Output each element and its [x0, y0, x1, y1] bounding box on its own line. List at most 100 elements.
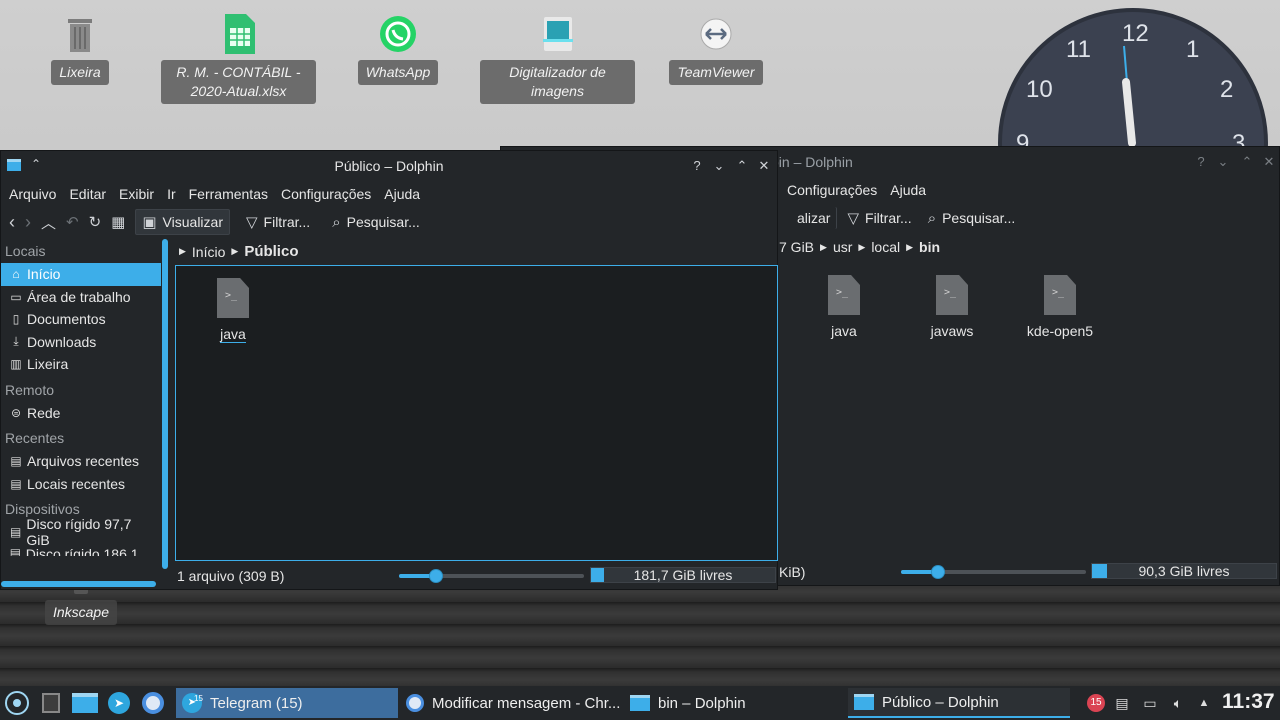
- recent-places-icon: ▤: [10, 476, 22, 491]
- undo-icon[interactable]: ↶: [66, 213, 79, 231]
- forward-arrow-icon[interactable]: ›: [25, 212, 31, 233]
- tray-expand-icon[interactable]: ▲: [1192, 686, 1216, 720]
- trash-icon: ▥: [10, 357, 22, 372]
- sidebar-item-inicio[interactable]: ⌂ Início: [1, 263, 161, 286]
- file-item[interactable]: >_ java: [188, 278, 278, 343]
- reload-icon[interactable]: ↻: [89, 213, 102, 231]
- launcher-telegram[interactable]: ➤: [102, 686, 136, 720]
- maximize-button[interactable]: ⌃: [734, 158, 750, 174]
- volume-icon[interactable]: 🔈︎: [1166, 686, 1190, 720]
- spreadsheet-icon: [219, 14, 259, 54]
- menu-item[interactable]: Configurações: [787, 182, 877, 198]
- menu-item-ajuda[interactable]: Ajuda: [384, 186, 420, 202]
- sidebar-item-downloads[interactable]: ⤓ Downloads: [1, 331, 161, 354]
- chevron-right-icon: ▶: [906, 241, 914, 252]
- menu-item-arquivo[interactable]: Arquivo: [9, 186, 56, 202]
- launcher-file-manager[interactable]: [68, 686, 102, 720]
- script-file-icon: >_: [936, 275, 968, 315]
- maximize-button[interactable]: ⌃: [1239, 154, 1255, 170]
- sidebar-item-rede[interactable]: ⊜ Rede: [1, 402, 161, 425]
- file-item[interactable]: >_ javaws: [907, 275, 997, 339]
- sidebar-item-locais-recentes[interactable]: ▤ Locais recentes: [1, 473, 161, 496]
- zoom-slider[interactable]: [901, 565, 1086, 579]
- view-button[interactable]: alizar: [787, 207, 838, 229]
- digital-clock[interactable]: 11:37: [1222, 690, 1275, 714]
- whatsapp-icon: [378, 14, 418, 54]
- file-item[interactable]: >_ kde-open5: [1015, 275, 1105, 339]
- zoom-slider-handle[interactable]: [429, 569, 443, 583]
- filter-button[interactable]: ▽ Filtrar...: [240, 210, 316, 234]
- menu-item-configuracoes[interactable]: Configurações: [281, 186, 371, 202]
- breadcrumb-item[interactable]: local: [871, 239, 900, 255]
- minimize-button[interactable]: ⌄: [711, 158, 727, 174]
- menu-item-ferramentas[interactable]: Ferramentas: [189, 186, 268, 202]
- sidebar-item-label: Documentos: [27, 311, 106, 328]
- zoom-slider-handle[interactable]: [931, 565, 945, 579]
- close-button[interactable]: ✕: [756, 158, 772, 174]
- search-button[interactable]: ⌕ Pesquisar...: [326, 211, 426, 234]
- home-icon: ⌂: [12, 267, 20, 282]
- file-view[interactable]: >_ java: [175, 265, 778, 561]
- menu-item-exibir[interactable]: Exibir: [119, 186, 154, 202]
- menu-item[interactable]: Ajuda: [890, 182, 926, 198]
- task-telegram[interactable]: ➤ 15 Telegram (15): [176, 688, 398, 718]
- disk-free-label: 90,3 GiB livres: [1138, 563, 1230, 579]
- desktop-icon-scanner[interactable]: Digitalizador de imagens: [480, 14, 635, 104]
- breadcrumb-item[interactable]: bin: [919, 239, 940, 255]
- up-arrow-icon[interactable]: ︿: [41, 212, 56, 233]
- menu-item-ir[interactable]: Ir: [167, 186, 176, 202]
- breadcrumb-item-publico[interactable]: Público: [244, 243, 298, 260]
- dolphin-window-publico[interactable]: ⌃ Público – Dolphin ? ⌄ ⌃ ✕ Arquivo Edit…: [0, 150, 778, 590]
- sidebar-item-disk-2[interactable]: ▤Disco rígido 186,1 GiB: [1, 544, 161, 556]
- statusbar: 1 arquivo (309 B): [177, 563, 284, 589]
- sidebar-scrollbar[interactable]: [162, 239, 168, 569]
- task-dolphin-bin[interactable]: bin – Dolphin: [624, 688, 846, 718]
- task-dolphin-publico[interactable]: Público – Dolphin: [848, 688, 1070, 718]
- close-button[interactable]: ✕: [1261, 154, 1277, 170]
- desktop-icon-whatsapp[interactable]: WhatsApp: [354, 14, 442, 85]
- hard-disk-icon: ▤: [10, 525, 22, 540]
- zoom-slider[interactable]: [399, 569, 584, 583]
- launcher-chromium[interactable]: [136, 686, 170, 720]
- tray-notifications[interactable]: 15: [1084, 686, 1108, 720]
- breadcrumb-item-inicio[interactable]: Início: [192, 244, 225, 260]
- script-file-icon: >_: [1044, 275, 1076, 315]
- desktop-icon-trash[interactable]: Lixeira: [51, 14, 109, 85]
- filter-button[interactable]: ▽ Filtrar...: [841, 206, 917, 230]
- disk-free-label: 181,7 GiB livres: [633, 567, 733, 583]
- network-icon: ⊜: [10, 405, 22, 420]
- search-button[interactable]: ⌕ Pesquisar...: [922, 207, 1022, 230]
- application-launcher-button[interactable]: [0, 686, 34, 720]
- menu-item-editar[interactable]: Editar: [69, 186, 106, 202]
- minimize-button[interactable]: ⌄: [1215, 154, 1231, 170]
- desktop-icon-teamviewer[interactable]: TeamViewer: [668, 14, 764, 85]
- sidebar-item-disk-1[interactable]: ▤ Disco rígido 97,7 GiB: [1, 516, 161, 548]
- launcher-calculator[interactable]: [34, 686, 68, 720]
- sidebar-item-arquivos-recentes[interactable]: ▤ Arquivos recentes: [1, 450, 161, 473]
- desktop-icon-spreadsheet[interactable]: R. M. - CONTÁBIL - 2020-Atual.xlsx: [161, 14, 316, 104]
- help-button[interactable]: ?: [689, 158, 705, 174]
- sidebar-item-lixeira[interactable]: ▥ Lixeira: [1, 353, 161, 376]
- task-chromium[interactable]: Modificar mensagem - Chr...: [400, 688, 622, 718]
- calculator-icon: [42, 693, 60, 713]
- breadcrumb-item[interactable]: 7 GiB: [779, 239, 814, 255]
- filter-icon: ▽: [245, 214, 258, 231]
- chromium-icon: [142, 692, 164, 714]
- back-arrow-icon[interactable]: ‹: [9, 212, 15, 233]
- breadcrumb-item[interactable]: usr: [833, 239, 852, 255]
- desktop-icon-inkscape[interactable]: Inkscape: [44, 588, 118, 625]
- sidebar-section-title: Remoto: [5, 381, 55, 398]
- sidebar-horizontal-scrollbar[interactable]: [1, 581, 156, 587]
- sidebar-item-area-de-trabalho[interactable]: ▭ Área de trabalho: [1, 286, 161, 309]
- view-mode-icon[interactable]: ▦: [111, 213, 125, 231]
- help-button[interactable]: ?: [1193, 154, 1209, 170]
- file-item[interactable]: >_ java: [799, 275, 889, 339]
- window-titlebar[interactable]: ⌃ Público – Dolphin ? ⌄ ⌃ ✕: [1, 151, 777, 181]
- view-label: Visualizar: [162, 214, 223, 230]
- sidebar-item-documentos[interactable]: ▯ Documentos: [1, 308, 161, 331]
- network-icon[interactable]: ▭: [1138, 686, 1162, 720]
- taskbar: ➤ ➤ 15 Telegram (15) Modificar mensagem -…: [0, 686, 1280, 720]
- view-button[interactable]: ▣ Visualizar: [135, 209, 230, 235]
- clipboard-icon[interactable]: ▤: [1110, 686, 1134, 720]
- file-view[interactable]: >_ java >_ javaws >_ kde-open5: [779, 261, 1279, 557]
